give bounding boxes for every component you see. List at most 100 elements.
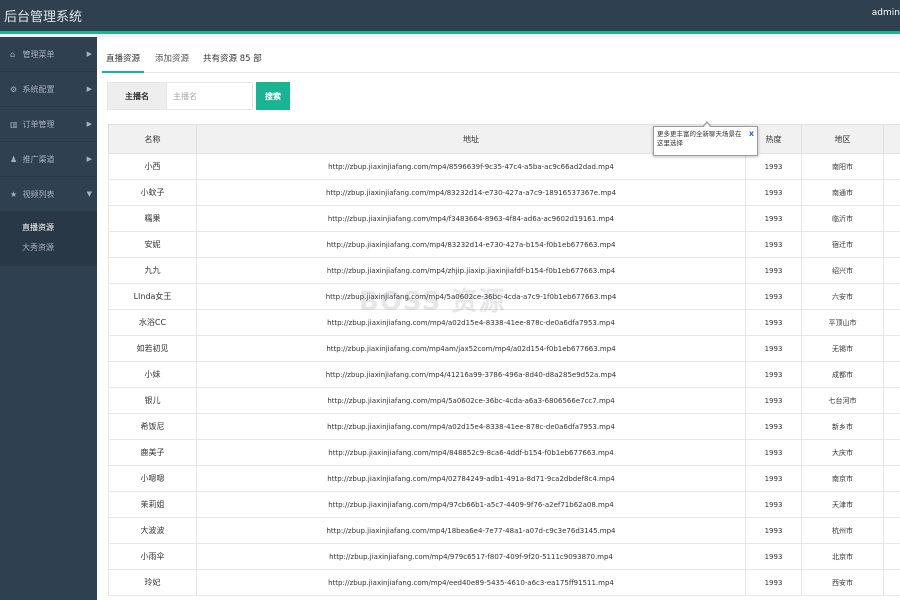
cell-address: http://zbup.jiaxinjiafang.com/mp4/83232d… (196, 179, 746, 206)
cell-region: 南阳市 (801, 153, 884, 180)
cell-extra (883, 387, 900, 414)
sidebar-item-label: 管理菜单 (22, 50, 55, 59)
table-row[interactable]: 银儿 http://zbup.jiaxinjiafang.com/mp4/5a06… (108, 387, 900, 414)
cell-name: 银儿 (108, 387, 197, 414)
cell-heat: 1993 (745, 335, 802, 362)
cell-name: 小蚊子 (108, 179, 197, 206)
sidebar-item-orders[interactable]: ▥ 订单管理 ▶ (0, 107, 97, 142)
table-row[interactable]: 小蚊子 http://zbup.jiaxinjiafang.com/mp4/832… (108, 179, 900, 206)
tab-live-resources[interactable]: 直播资源 (102, 47, 144, 73)
cell-name: 鹿美子 (108, 439, 197, 466)
cell-region: 成都市 (801, 361, 884, 388)
cell-heat: 1993 (745, 569, 802, 596)
column-header-extra (883, 124, 900, 154)
top-navbar: 后台管理系统 admin (0, 0, 900, 34)
table-body: 小西 http://zbup.jiaxinjiafang.com/mp4/8596… (108, 153, 900, 596)
cell-name: 玲妃 (108, 569, 197, 596)
tab-add-resource[interactable]: 添加资源 (155, 47, 189, 73)
gears-icon: ⚙ (10, 85, 18, 94)
table-row[interactable]: 小嗯嗯 http://zbup.jiaxinjiafang.com/mp4/027… (108, 465, 900, 492)
table-row[interactable]: 玲妃 http://zbup.jiaxinjiafang.com/mp4/eed4… (108, 569, 900, 596)
resource-count: 共有资源 85 部 (203, 54, 262, 64)
cell-region: 新乡市 (801, 413, 884, 440)
cell-name: 小妹 (108, 361, 197, 388)
cell-address: http://zbup.jiaxinjiafang.com/mp4/a02d15… (196, 413, 746, 440)
cell-address: http://zbup.jiaxinjiafang.com/mp4/a02d15… (196, 309, 746, 336)
table-row[interactable]: 小雨伞 http://zbup.jiaxinjiafang.com/mp4/979… (108, 543, 900, 570)
cell-name: 小嗯嗯 (108, 465, 197, 492)
cell-name: 大波波 (108, 517, 197, 544)
cell-heat: 1993 (745, 257, 802, 284)
sidebar-subitem-show[interactable]: 大秀资源 (0, 238, 97, 258)
column-header-name: 名称 (108, 124, 197, 154)
cell-heat: 1993 (745, 179, 802, 206)
cell-address: http://zbup.jiaxinjiafang.com/mp4/41216a… (196, 361, 746, 388)
resource-table: 名称 地址 热度 地区 小西 http://zbup.jiaxinjiafang.… (108, 124, 900, 596)
cell-extra (883, 335, 900, 362)
cell-region: 六安市 (801, 283, 884, 310)
table-row[interactable]: 糯果 http://zbup.jiaxinjiafang.com/mp4/f348… (108, 205, 900, 232)
sidebar-item-channels[interactable]: ♟ 推广渠道 ▶ (0, 142, 97, 177)
table-row[interactable]: 小妹 http://zbup.jiaxinjiafang.com/mp4/4121… (108, 361, 900, 388)
bar-chart-icon: ▥ (10, 120, 18, 129)
cell-region: 北京市 (801, 543, 884, 570)
table-row[interactable]: 鹿美子 http://zbup.jiaxinjiafang.com/mp4/848… (108, 439, 900, 466)
cell-region: 天津市 (801, 491, 884, 518)
cell-extra (883, 569, 900, 596)
app-title: 后台管理系统 (4, 10, 83, 25)
cell-address: http://zbup.jiaxinjiafang.com/mp4/027842… (196, 465, 746, 492)
search-button[interactable]: 搜索 (256, 82, 290, 110)
table-row[interactable]: LInda女王 http://zbup.jiaxinjiafang.com/mp4… (108, 283, 900, 310)
user-menu[interactable]: admin (872, 8, 900, 18)
main-content: 直播资源 添加资源 共有资源 85 部 主播名 搜索 名称 地址 热度 地区 小… (97, 37, 900, 600)
cell-heat: 1993 (745, 439, 802, 466)
cell-heat: 1993 (745, 283, 802, 310)
anchor-name-input[interactable] (167, 82, 253, 110)
tooltip-text: 更多更丰富的全新聊天场景在这里选择 (657, 130, 742, 147)
sidebar: ⌂ 管理菜单 ▶ ⚙ 系统配置 ▶ ▥ 订单管理 ▶ ♟ 推广渠道 ▶ ★ 视频… (0, 37, 97, 600)
cell-extra (883, 439, 900, 466)
cell-name: 小西 (108, 153, 197, 180)
table-row[interactable]: 安妮 http://zbup.jiaxinjiafang.com/mp4/8323… (108, 231, 900, 258)
cell-name: 希饭尼 (108, 413, 197, 440)
table-row[interactable]: 茉莉姐 http://zbup.jiaxinjiafang.com/mp4/97c… (108, 491, 900, 518)
cell-address: http://zbup.jiaxinjiafang.com/mp4/848852… (196, 439, 746, 466)
cell-region: 绍兴市 (801, 257, 884, 284)
table-row[interactable]: 九九 http://zbup.jiaxinjiafang.com/mp4/zhji… (108, 257, 900, 284)
cell-address: http://zbup.jiaxinjiafang.com/mp4/5a0602… (196, 387, 746, 414)
table-row[interactable]: 水浴CC http://zbup.jiaxinjiafang.com/mp4/a0… (108, 309, 900, 336)
close-icon[interactable]: x (749, 129, 754, 138)
chevron-right-icon: ▶ (86, 85, 92, 93)
cell-address: http://zbup.jiaxinjiafang.com/mp4/97cb66… (196, 491, 746, 518)
sidebar-item-manage-menu[interactable]: ⌂ 管理菜单 ▶ (0, 37, 97, 72)
table-row[interactable]: 小西 http://zbup.jiaxinjiafang.com/mp4/8596… (108, 153, 900, 180)
sidebar-subitem-live[interactable]: 直播资源 (0, 218, 97, 238)
cell-heat: 1993 (745, 517, 802, 544)
cell-region: 临沂市 (801, 205, 884, 232)
cell-heat: 1993 (745, 361, 802, 388)
cell-region: 无锡市 (801, 335, 884, 362)
cell-extra (883, 361, 900, 388)
sidebar-item-system-config[interactable]: ⚙ 系统配置 ▶ (0, 72, 97, 107)
sidebar-item-label: 推广渠道 (22, 155, 55, 164)
table-row[interactable]: 希饭尼 http://zbup.jiaxinjiafang.com/mp4/a02… (108, 413, 900, 440)
table-row[interactable]: 大波波 http://zbup.jiaxinjiafang.com/mp4/18b… (108, 517, 900, 544)
cell-region: 七台河市 (801, 387, 884, 414)
table-row[interactable]: 如若初见 http://zbup.jiaxinjiafang.com/mp4am/… (108, 335, 900, 362)
cell-region: 南通市 (801, 179, 884, 206)
cell-heat: 1993 (745, 153, 802, 180)
search-label: 主播名 (107, 82, 167, 110)
cell-address: http://zbup.jiaxinjiafang.com/mp4/979c65… (196, 543, 746, 570)
sidebar-item-label: 视频列表 (22, 190, 55, 199)
cell-name: LInda女王 (108, 283, 197, 310)
cell-name: 九九 (108, 257, 197, 284)
cell-name: 安妮 (108, 231, 197, 258)
cell-extra (883, 413, 900, 440)
star-icon: ★ (10, 190, 18, 199)
cell-extra (883, 543, 900, 570)
hint-tooltip: 更多更丰富的全新聊天场景在这里选择 x (653, 121, 758, 156)
sidebar-item-video-list[interactable]: ★ 视频列表 ▼ (0, 177, 97, 212)
cell-extra (883, 491, 900, 518)
tooltip-arrow-inner (703, 123, 711, 128)
cell-extra (883, 153, 900, 180)
